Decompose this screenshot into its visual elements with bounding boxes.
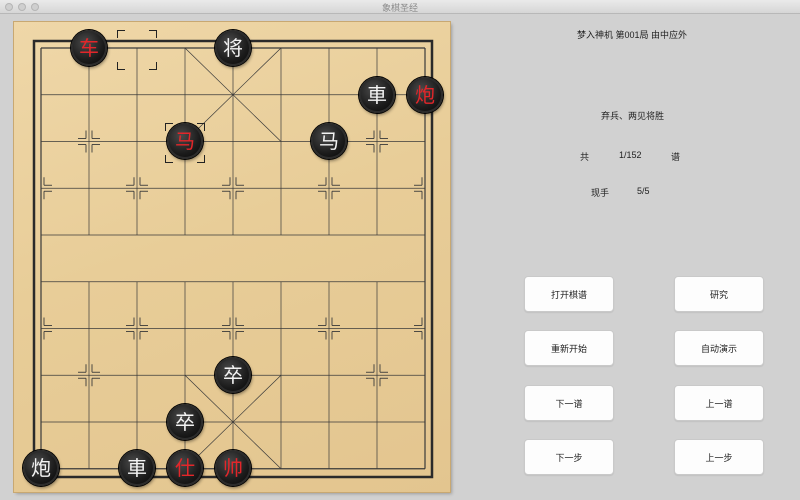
title-bar: 象棋圣经 (0, 0, 800, 14)
piece-red-chariot[interactable]: 车 (71, 30, 107, 66)
total-value: 1/152 (619, 150, 642, 160)
piece-black-soldier-lower[interactable]: 卒 (167, 404, 203, 440)
piece-black-horse[interactable]: 马 (311, 123, 347, 159)
move-label: 现手 (591, 188, 610, 198)
window-title: 象棋圣经 (381, 3, 418, 13)
piece-black-general[interactable]: 将 (215, 30, 251, 66)
total-label: 共 (580, 152, 590, 162)
piece-black-chariot-bottom[interactable]: 車 (119, 450, 155, 486)
move-value: 5/5 (637, 186, 650, 196)
prev-manual-button[interactable]: 上一谱 (674, 385, 764, 421)
piece-black-soldier-upper[interactable]: 卒 (215, 357, 251, 393)
prev-step-button[interactable]: 上一步 (674, 439, 764, 475)
piece-red-cannon[interactable]: 炮 (407, 77, 443, 113)
next-manual-button[interactable]: 下一谱 (524, 385, 614, 421)
auto-play-button[interactable]: 自动演示 (674, 330, 764, 366)
piece-black-cannon[interactable]: 炮 (23, 450, 59, 486)
game-title: 梦入神机 第001局 由中应外 (577, 30, 688, 40)
open-manual-button[interactable]: 打开棋谱 (524, 276, 614, 312)
piece-red-advisor[interactable]: 仕 (167, 450, 203, 486)
piece-black-chariot[interactable]: 車 (359, 77, 395, 113)
research-button[interactable]: 研究 (674, 276, 764, 312)
game-comment: 弃兵、两见将胜 (601, 111, 665, 121)
restart-button[interactable]: 重新开始 (524, 330, 614, 366)
piece-red-horse[interactable]: 马 (167, 123, 203, 159)
selection-marker-origin (117, 30, 157, 70)
piece-red-king[interactable]: 帅 (215, 450, 251, 486)
next-step-button[interactable]: 下一步 (524, 439, 614, 475)
total-unit: 谱 (671, 152, 681, 162)
chess-board[interactable]: 车 将 車 炮 马 马 卒 卒 炮 車 仕 帅 (14, 22, 450, 492)
